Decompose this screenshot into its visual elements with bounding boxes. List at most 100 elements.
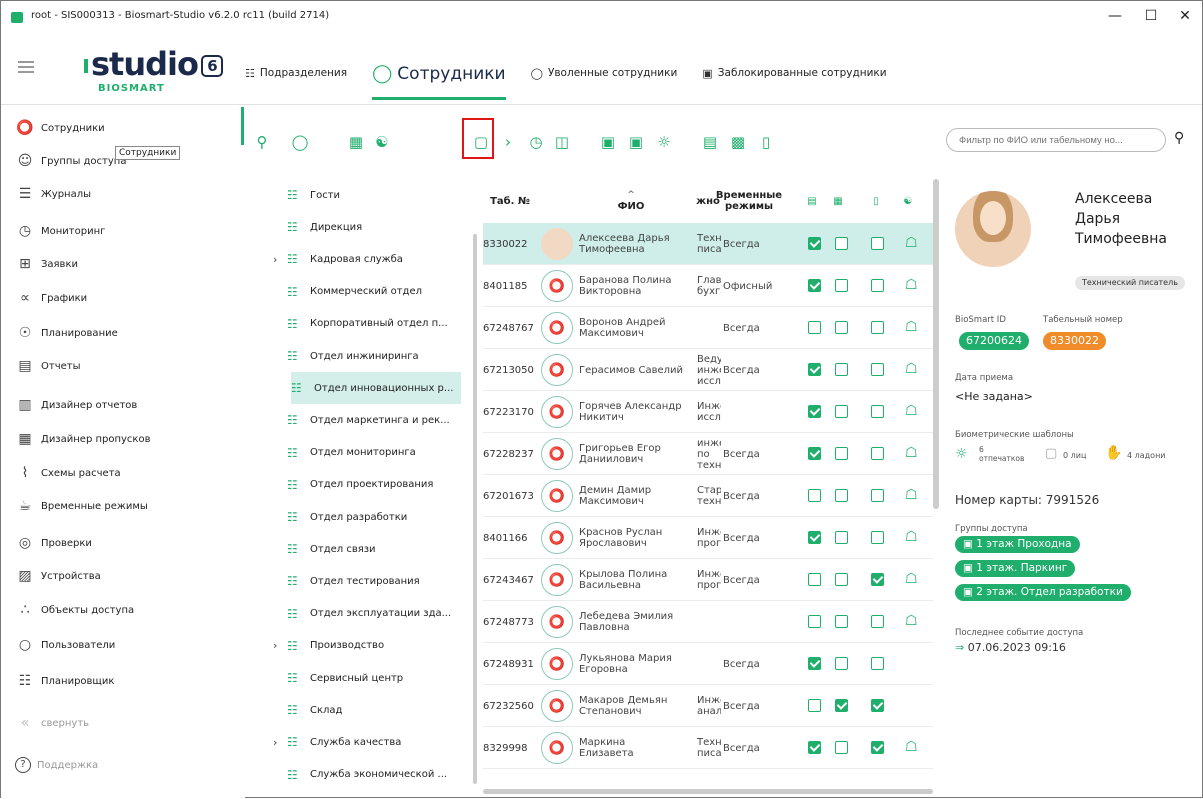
department-item[interactable]: › ☷ Кадровая служба <box>273 243 471 275</box>
lock-icon[interactable]: ☖ <box>905 277 918 293</box>
row-checkbox[interactable] <box>871 573 884 586</box>
mobile-icon[interactable]: ▯ <box>755 131 777 153</box>
row-checkbox[interactable] <box>871 531 884 544</box>
row-checkbox[interactable] <box>835 447 848 460</box>
search-icon[interactable]: ⚲ <box>1174 130 1184 146</box>
table-row[interactable]: 67243467 ⭕ Крылова Полина Васильевна Инже п… <box>483 559 933 601</box>
row-checkbox[interactable] <box>835 321 848 334</box>
sidebar-item-scheduler[interactable]: ☷ Планировщик <box>15 671 115 691</box>
row-checkbox[interactable] <box>871 741 884 754</box>
table-row[interactable]: 67248767 ⭕ Воронов Андрей Максимович Всегда… <box>483 307 933 349</box>
sidebar-item-time-mode[interactable]: ☕ Временные режимы <box>15 496 148 516</box>
row-checkbox[interactable] <box>871 447 884 460</box>
table-row[interactable]: 8329998 ⭕ Маркина Елизавета Техн писатВсегд… <box>483 727 933 769</box>
department-item[interactable]: ☷ Склад <box>273 694 471 726</box>
row-checkbox[interactable] <box>835 489 848 502</box>
lock-icon[interactable]: ☖ <box>905 613 918 629</box>
row-checkbox[interactable] <box>835 279 848 292</box>
sidebar-item-device[interactable]: ▨ Устройства <box>15 566 100 586</box>
row-checkbox[interactable] <box>871 279 884 292</box>
lock-icon[interactable]: ☖ <box>905 529 918 545</box>
col-mobile-icon[interactable]: ▯ <box>865 179 887 223</box>
tree-scrollbar[interactable] <box>473 234 477 784</box>
sidebar-item-graph[interactable]: ∝ Графики <box>15 288 87 308</box>
collapse-button[interactable]: «свернуть <box>15 713 89 733</box>
tab-fired-employees[interactable]: ◯ Уволенные сотрудники <box>531 56 678 90</box>
tab-departments[interactable]: ☷ Подразделения <box>245 56 347 90</box>
row-checkbox[interactable] <box>835 573 848 586</box>
row-checkbox[interactable] <box>835 657 848 670</box>
row-checkbox[interactable] <box>808 489 821 502</box>
row-checkbox[interactable] <box>808 615 821 628</box>
chevron-right-icon[interactable]: › <box>273 253 287 266</box>
table-row[interactable]: 67228237 ⭕ Григорьев Егор Даниилович инже п… <box>483 433 933 475</box>
sidebar-item-journal[interactable]: ☰ Журналы <box>15 184 91 204</box>
table-row[interactable]: 67232560 ⭕ Макаров Демьян Степанович Инже а… <box>483 685 933 727</box>
fingerprint-icon[interactable]: ☼ <box>653 131 675 153</box>
support-button[interactable]: ? Поддержка <box>15 755 98 775</box>
col-group-icon[interactable]: ☯ <box>897 179 919 223</box>
minimize-button[interactable]: — <box>1101 5 1129 27</box>
lock-icon[interactable]: ☖ <box>905 319 918 335</box>
row-checkbox[interactable] <box>808 699 821 712</box>
table-hscrollbar[interactable] <box>483 789 933 794</box>
row-checkbox[interactable] <box>871 657 884 670</box>
department-item[interactable]: ☷ Коммерческий отдел <box>273 276 471 308</box>
department-item[interactable]: › ☷ Служба качества <box>273 726 471 758</box>
card-icon[interactable]: ▤ <box>699 131 721 153</box>
sidebar-item-monitor[interactable]: ◷ Мониторинг <box>15 221 105 241</box>
sidebar-item-user[interactable]: ○ Пользователи <box>15 635 115 655</box>
col-time-mode-header[interactable]: Временные режимы <box>716 179 782 223</box>
row-checkbox[interactable] <box>835 741 848 754</box>
department-item[interactable]: ☷ Отдел инновационных р... <box>291 372 461 405</box>
lock-icon[interactable]: ☖ <box>905 487 918 503</box>
sidebar-item-person[interactable]: ⭕ Сотрудники <box>15 118 104 138</box>
row-checkbox[interactable] <box>808 279 821 292</box>
row-checkbox[interactable] <box>808 363 821 376</box>
row-checkbox[interactable] <box>835 615 848 628</box>
row-checkbox[interactable] <box>808 237 821 250</box>
tab-blocked-employees[interactable]: ▣ Заблокированные сотрудники <box>702 56 886 90</box>
department-item[interactable]: ☷ Отдел мониторинга <box>273 437 471 469</box>
row-checkbox[interactable] <box>835 405 848 418</box>
department-item[interactable]: ☷ Гости <box>273 179 471 211</box>
table-row[interactable]: 67223170 ⭕ Горячев Александр Никитич Инже и… <box>483 391 933 433</box>
col-fio-header[interactable]: ^ ФИО <box>579 179 683 223</box>
chevron-right-icon[interactable]: › <box>273 736 287 749</box>
sidebar-item-plan[interactable]: ☉ Планирование <box>15 323 118 343</box>
row-checkbox[interactable] <box>808 657 821 670</box>
row-checkbox[interactable] <box>808 321 821 334</box>
lock-icon[interactable]: ▣ <box>597 131 619 153</box>
tab-employees[interactable]: ◯ Сотрудники <box>372 56 506 100</box>
table-row[interactable]: 67213050 ⭕ Герасимов Савелий Веду инже иссл… <box>483 349 933 391</box>
chevron-right-icon[interactable]: › <box>273 639 287 652</box>
department-item[interactable]: › ☷ Производство <box>273 630 471 662</box>
table-scrollbar[interactable] <box>933 179 939 509</box>
lock-icon[interactable]: ☖ <box>905 739 918 755</box>
department-item[interactable]: ☷ Сервисный центр <box>273 662 471 694</box>
row-checkbox[interactable] <box>808 405 821 418</box>
lock-icon[interactable]: ☖ <box>905 445 918 461</box>
department-item[interactable]: ☷ Отдел эксплуатации зда... <box>273 598 471 630</box>
unlock-icon[interactable]: ▣ <box>625 131 647 153</box>
sidebar-item-report[interactable]: ▤ Отчеты <box>15 356 80 376</box>
close-button[interactable]: ✕ <box>1171 5 1199 27</box>
row-checkbox[interactable] <box>871 237 884 250</box>
table-row[interactable]: 67248931 ⭕ Лукьянова Мария Егоровна Всегда <box>483 643 933 685</box>
lock-icon[interactable]: ☖ <box>905 235 918 251</box>
table-row[interactable]: 67201673 ⭕ Демин Дамир Максимович Стар техн… <box>483 475 933 517</box>
department-item[interactable]: ☷ Отдел разработки <box>273 501 471 533</box>
row-checkbox[interactable] <box>808 741 821 754</box>
lock-icon[interactable]: ☖ <box>905 571 918 587</box>
row-checkbox[interactable] <box>871 699 884 712</box>
history-icon[interactable]: ◷ <box>525 131 547 153</box>
delete-icon[interactable]: ◫ <box>551 131 573 153</box>
department-item[interactable]: ☷ Отдел тестирования <box>273 565 471 597</box>
department-item[interactable]: ☷ Отдел связи <box>273 533 471 565</box>
col-pass-icon[interactable]: ▦ <box>827 179 849 223</box>
row-checkbox[interactable] <box>808 573 821 586</box>
lock-icon[interactable]: ☖ <box>905 361 918 377</box>
sidebar-item-object[interactable]: ∴ Объекты доступа <box>15 600 135 620</box>
department-item[interactable]: ☷ Служба экономической ... <box>273 759 471 791</box>
table-row[interactable]: 8401185 ⭕ Баранова Полина Викторовна Главн … <box>483 265 933 307</box>
